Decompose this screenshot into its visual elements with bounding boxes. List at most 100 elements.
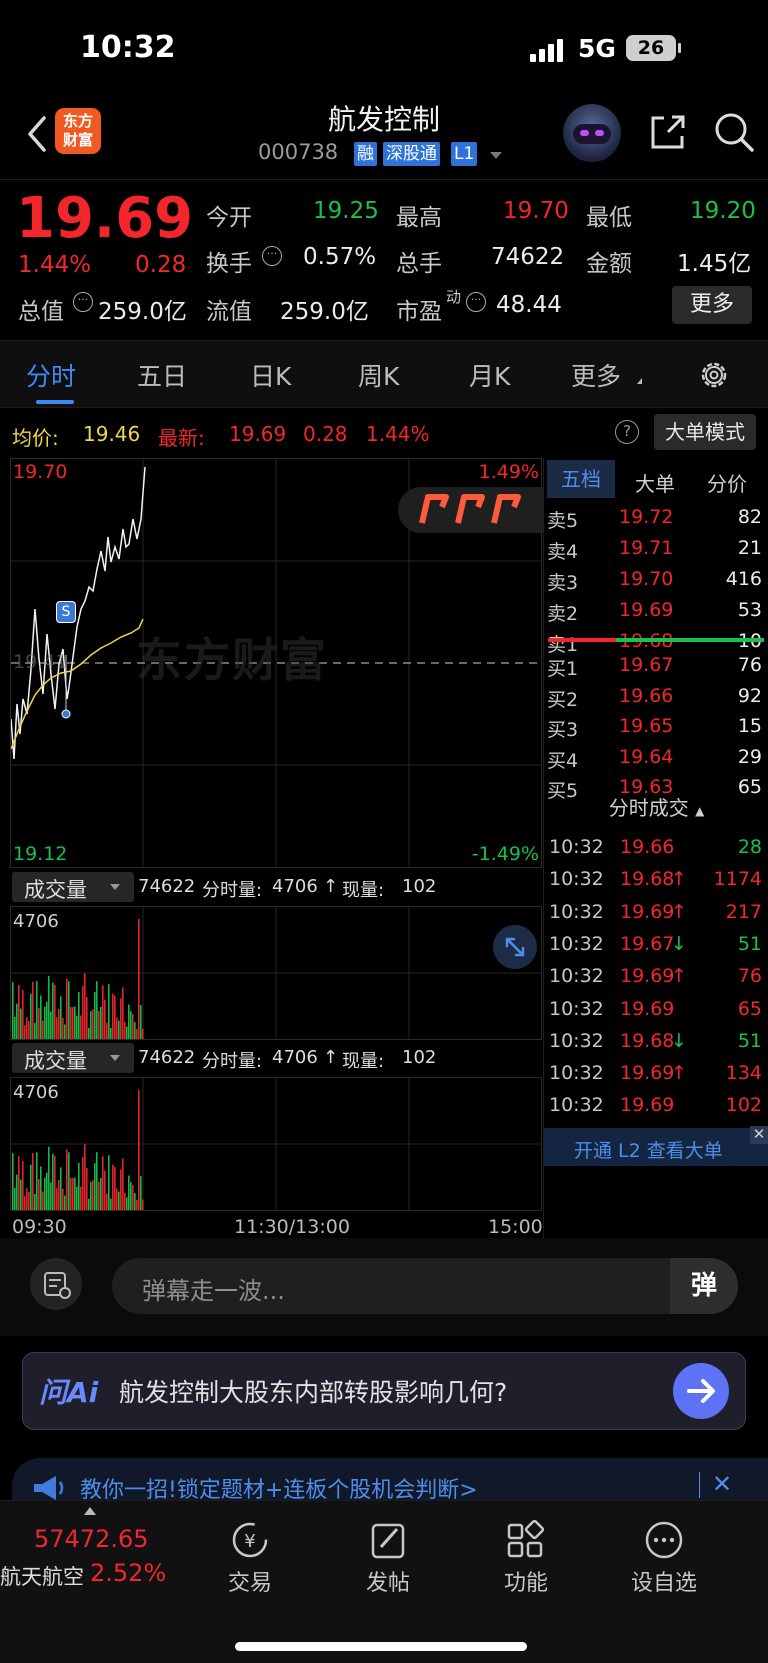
intraday-chart[interactable]: S 东方财富 19.70 1.49% 19.41 19.12 -1.49% [10,458,543,868]
volume-chart-2[interactable]: 4706 [10,1077,542,1211]
orderbook-tab-big[interactable]: 大单 [635,468,675,497]
bid-ask-ratio-bar [548,638,764,642]
help-icon[interactable]: ? [615,420,639,444]
volume-bar [98,1011,100,1039]
volume-bar [116,1188,118,1210]
danmu-settings-icon[interactable] [30,1258,82,1310]
volume-bar [28,1192,30,1210]
info-icon[interactable]: ··· [262,246,282,266]
ask-volume: 21 [737,537,762,559]
tab-daily-k[interactable]: 日K [250,357,291,393]
trades-title-row[interactable]: 分时成交 ▲ [544,792,768,821]
danmu-send-button[interactable]: 弹 [670,1258,738,1314]
volume-bar [142,1028,144,1039]
volume-indicator-select[interactable]: 成交量 [12,1043,134,1073]
tab-five-day[interactable]: 五日 [137,357,187,393]
trade-time: 10:32 [549,868,604,891]
ai-question-card[interactable]: 问Ai 航发控制大股东内部转股影响几何? [22,1352,746,1430]
robot-avatar-icon[interactable] [563,104,621,162]
nav-trade[interactable]: ¥ 交易 [205,1519,295,1609]
volume-bar [142,1199,144,1210]
ai-question-text: 航发控制大股东内部转股影响几何? [119,1378,508,1407]
network-label: 5G [578,34,616,63]
volume-bar [58,1179,60,1210]
l2-upgrade-banner[interactable]: 开通 L2 查看大单 ✕ [544,1126,768,1166]
volume-bar [60,1167,62,1210]
tab-intraday[interactable]: 分时 [26,357,76,393]
index-value[interactable]: 57472.65 [34,1525,149,1553]
quote-panel: 19.69 1.44% 0.28 今开 19.25 最高 19.70 最低 19… [0,180,768,340]
trade-marker-s-icon[interactable]: S [56,601,76,623]
volume-bar [136,1199,138,1210]
close-icon[interactable]: ✕ [712,1470,732,1498]
volume-bar [100,1177,102,1210]
danmu-input[interactable]: 弹幕走一波... 弹 [112,1258,738,1314]
last-price: 19.69 [16,186,194,251]
open-label: 今开 [206,205,252,231]
tab-more[interactable]: 更多 [571,357,621,393]
promo-arrows-icon[interactable] [398,487,543,533]
volume-bar [120,998,122,1039]
orderbook-tab-five[interactable]: 五档 [547,460,615,498]
trade-volume: 51 [737,1029,762,1052]
expand-icon[interactable] [493,925,537,969]
volume-indicator-select[interactable]: 成交量 [12,872,134,902]
volume-bar [54,1155,56,1210]
share-icon[interactable] [648,112,688,152]
arrow-right-icon[interactable] [673,1363,729,1419]
volume-bar [124,1021,126,1039]
tab-monthly-k[interactable]: 月K [469,357,510,393]
pe-label: 市盈 [396,299,442,325]
volume-bar [66,978,68,1039]
volume-bar [34,1022,36,1039]
volume-bar [86,996,88,1039]
up-arrow-icon: ↑ [323,876,339,897]
edit-icon [371,1523,405,1559]
volume-bar [88,1027,90,1039]
stock-header: 东方 财富 航发控制 000738 融 深股通 L1 [0,100,768,180]
big-order-mode-button[interactable]: 大单模式 [654,414,756,450]
volume-bar [134,1193,136,1210]
trade-volume: 76 [737,965,762,988]
nav-post[interactable]: 发帖 [343,1519,433,1609]
nav-functions[interactable]: 功能 [481,1519,571,1609]
volume-bar [26,1188,28,1210]
volume-bar [40,1166,42,1210]
tab-weekly-k[interactable]: 周K [358,357,399,393]
volume-bar [102,985,104,1039]
price-line [11,466,146,760]
volume-bar [74,1177,76,1210]
volume-chart-1[interactable]: 4706 [10,906,542,1040]
more-button[interactable]: 更多 [672,286,752,324]
volume-bar [60,996,62,1039]
info-icon[interactable]: ··· [73,292,93,312]
chart-tabs: 分时 五日 日K 周K 月K 更多 [0,340,768,408]
volume-bar [100,1006,102,1039]
settings-gear-icon[interactable] [697,358,731,392]
average-line [11,618,144,750]
nav-add-watchlist-label: 设自选 [630,1571,697,1596]
volume-bar [44,1006,46,1039]
close-icon[interactable]: ✕ [750,1126,768,1144]
battery-tip [678,43,681,53]
volume-bar [84,1144,86,1210]
volume-bar [72,1178,74,1210]
ask-volume: 53 [737,599,762,621]
index-name[interactable]: 航天航空 [0,1561,84,1591]
nav-add-watchlist[interactable]: 设自选 [619,1519,709,1609]
volume-bar [52,982,54,1039]
orderbook-tab-price[interactable]: 分价 [707,468,747,497]
info-icon[interactable]: ··· [466,292,486,312]
search-icon[interactable] [712,110,756,154]
bid-volume: 29 [737,745,762,768]
dropdown-icon[interactable] [490,152,502,159]
y-top-label: 19.70 [13,461,68,483]
volume-bar [136,1028,138,1039]
trade-direction-icon: ↓ [671,932,687,955]
nav-functions-label: 功能 [503,1571,548,1596]
mktcap-label: 总值 [18,299,64,325]
avg-value: 19.46 [83,422,141,446]
volume-bar [68,1152,70,1210]
home-indicator [235,1642,527,1651]
volume-bar [140,1176,142,1210]
